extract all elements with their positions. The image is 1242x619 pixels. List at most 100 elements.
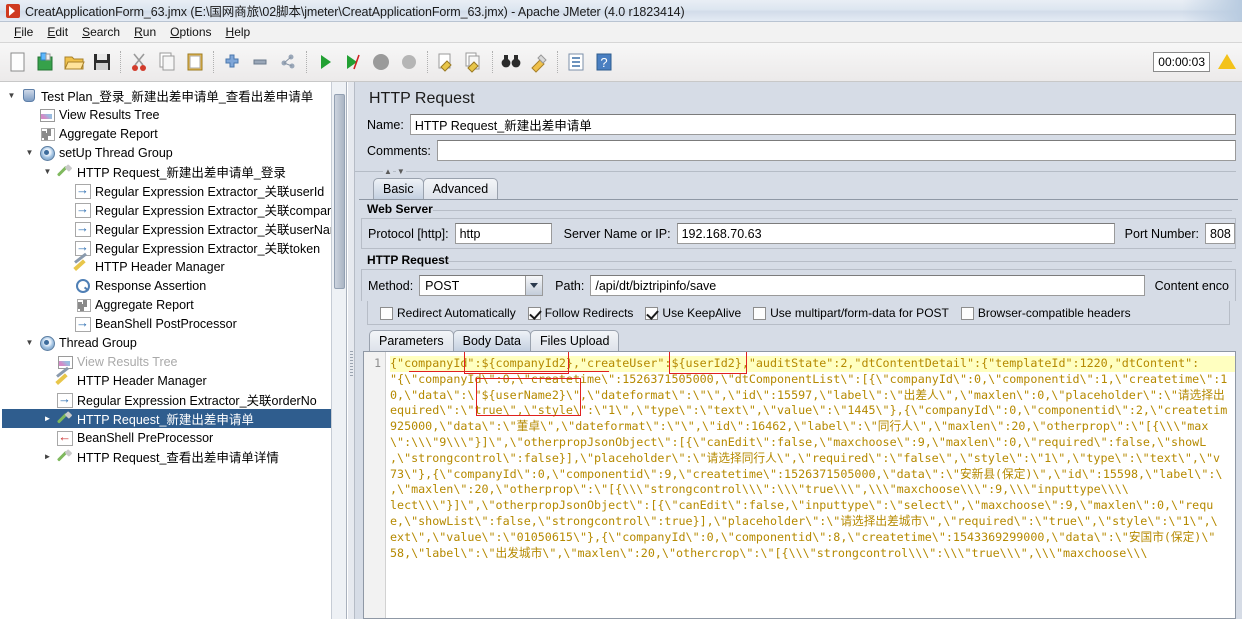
tab-files-upload[interactable]: Files Upload <box>529 330 620 351</box>
split-divider[interactable] <box>347 82 355 619</box>
help-icon[interactable]: ? <box>590 47 618 77</box>
menu-search[interactable]: Search <box>75 23 127 41</box>
chevron-right-icon[interactable]: ► <box>40 414 55 423</box>
checkbox-use-multipart[interactable]: Use multipart/form-data for POST <box>753 306 949 320</box>
protocol-input[interactable]: http <box>454 223 552 244</box>
checkbox-follow-redirects[interactable]: Follow Redirects <box>527 306 633 320</box>
checkbox-box[interactable] <box>380 306 393 320</box>
tree-node-label: Aggregate Report <box>95 297 194 312</box>
name-input[interactable]: HTTP Request_新建出差申请单 <box>409 114 1236 135</box>
checkbox-box[interactable] <box>645 306 659 320</box>
collapse-down-icon[interactable]: ▼ <box>395 167 406 176</box>
copy-icon[interactable] <box>153 47 181 77</box>
tab-advanced[interactable]: Advanced <box>422 178 499 199</box>
checkbox-box[interactable] <box>960 306 974 320</box>
chevron-down-icon[interactable]: ▼ <box>22 338 37 347</box>
body-data-editor[interactable]: 1 {"companyId":${companyId2},"createUser… <box>363 351 1236 619</box>
new-icon[interactable] <box>4 47 32 77</box>
tree-node[interactable]: Regular Expression Extractor_关联userId <box>2 181 346 200</box>
path-input[interactable]: /api/dt/biztripinfo/save <box>590 275 1145 296</box>
chevron-down-icon[interactable] <box>525 276 543 295</box>
clear-all-icon[interactable] <box>460 47 488 77</box>
tree-node[interactable]: ▼ setUp Thread Group <box>2 143 346 162</box>
tree-node[interactable]: BeanShell PostProcessor <box>2 314 346 333</box>
function-helper-icon[interactable] <box>562 47 590 77</box>
checkbox-box[interactable] <box>527 306 541 320</box>
menu-help[interactable]: Help <box>219 23 258 41</box>
tree-node-label: setUp Thread Group <box>59 145 173 160</box>
start-no-pauses-icon[interactable] <box>339 47 367 77</box>
tree-node[interactable]: Regular Expression Extractor_关联orderNo <box>2 390 346 409</box>
clear-icon[interactable] <box>432 47 460 77</box>
tab-body-data[interactable]: Body Data <box>452 330 531 351</box>
thread-group-icon <box>37 334 56 351</box>
menu-run[interactable]: Run <box>127 23 163 41</box>
cut-icon[interactable] <box>125 47 153 77</box>
comments-row: Comments: <box>355 140 1242 161</box>
tree-node[interactable]: HTTP Header Manager <box>2 257 346 276</box>
tab-basic[interactable]: Basic <box>373 178 424 199</box>
menu-file[interactable]: File <box>7 23 40 41</box>
toolbar-separator <box>120 51 121 73</box>
test-plan-tree[interactable]: ▼ Test Plan_登录_新建出差申请单_查看出差申请单 View Result… <box>0 82 346 466</box>
warning-triangle-icon[interactable] <box>1218 54 1236 70</box>
expand-all-icon[interactable] <box>218 47 246 77</box>
collapse-all-icon[interactable] <box>246 47 274 77</box>
reset-search-icon[interactable] <box>525 47 553 77</box>
collapse-up-icon[interactable]: ▲ <box>383 167 393 176</box>
menu-edit[interactable]: Edit <box>40 23 75 41</box>
save-icon[interactable] <box>88 47 116 77</box>
checkbox-use-keepalive[interactable]: Use KeepAlive <box>645 306 741 320</box>
toggle-icon[interactable] <box>274 47 302 77</box>
checkbox-browser-compatible-headers[interactable]: Browser-compatible headers <box>960 306 1131 320</box>
tree-node[interactable]: HTTP Header Manager <box>2 371 346 390</box>
body-data-line: e,\"showList\":false,\"strongcontrol\":t… <box>390 513 1218 528</box>
search-icon[interactable] <box>497 47 525 77</box>
paste-icon[interactable] <box>181 47 209 77</box>
checkbox-label: Redirect Automatically <box>397 306 516 320</box>
menu-options[interactable]: Options <box>163 23 218 41</box>
tree-node[interactable]: Response Assertion <box>2 276 346 295</box>
checkbox-box[interactable] <box>753 306 767 320</box>
tree-node[interactable]: ▼ Thread Group <box>2 333 346 352</box>
menu-bar: File Edit Search Run Options Help <box>0 22 1242 43</box>
port-input[interactable]: 808 <box>1205 223 1235 244</box>
tree-node[interactable]: Regular Expression Extractor_关联token <box>2 238 346 257</box>
tree-node[interactable]: BeanShell PreProcessor <box>2 428 346 447</box>
tree-node[interactable]: View Results Tree <box>2 105 346 124</box>
tree-node[interactable]: View Results Tree <box>2 352 346 371</box>
http-request-icon <box>55 448 74 465</box>
tree-node[interactable]: Regular Expression Extractor_关联companyId <box>2 200 346 219</box>
body-data-text[interactable]: {"companyId":${companyId2},"createUser":… <box>386 352 1235 618</box>
body-data-line: equired\":\"true\",\"style\":\"1\",\"typ… <box>390 403 1228 418</box>
server-input[interactable]: 192.168.70.63 <box>676 223 1115 244</box>
chevron-down-icon[interactable]: ▼ <box>22 148 37 157</box>
chevron-right-icon[interactable]: ► <box>40 452 55 461</box>
tree-scroll-thumb[interactable] <box>334 94 345 289</box>
tree-node[interactable]: ▼ HTTP Request_新建出差申请单_登录 <box>2 162 346 181</box>
method-select[interactable]: POST <box>419 275 544 296</box>
stop-icon[interactable] <box>367 47 395 77</box>
open-icon[interactable] <box>60 47 88 77</box>
jmeter-icon <box>6 3 20 18</box>
tree-vertical-scrollbar[interactable] <box>331 82 346 619</box>
tree-node[interactable]: Regular Expression Extractor_关联userName <box>2 219 346 238</box>
comments-input[interactable] <box>436 140 1236 161</box>
collapse-strip: ▲ ▼ <box>355 166 1242 177</box>
tree-node[interactable]: ► HTTP Request_新建出差申请单 <box>2 409 346 428</box>
http-request-editor-panel: HTTP Request Name: HTTP Request_新建出差申请单 … <box>355 82 1242 619</box>
chevron-down-icon[interactable]: ▼ <box>4 91 19 100</box>
tree-node[interactable]: ► HTTP Request_查看出差申请单详情 <box>2 447 346 466</box>
templates-icon[interactable] <box>32 47 60 77</box>
chevron-down-icon[interactable]: ▼ <box>40 167 55 176</box>
body-data-line: ,\"maxlen\":20,\"otherprop\":\"[{\\\"str… <box>390 482 1129 497</box>
tree-node[interactable]: ▼ Test Plan_登录_新建出差申请单_查看出差申请单 <box>2 86 346 105</box>
toolbar-separator <box>213 51 214 73</box>
start-icon[interactable] <box>311 47 339 77</box>
shutdown-icon[interactable] <box>395 47 423 77</box>
tree-node-label: BeanShell PostProcessor <box>95 316 237 331</box>
tree-node[interactable]: Aggregate Report <box>2 295 346 314</box>
tab-parameters[interactable]: Parameters <box>369 330 454 351</box>
checkbox-redirect-automatically[interactable]: Redirect Automatically <box>380 306 516 320</box>
tree-node[interactable]: Aggregate Report <box>2 124 346 143</box>
